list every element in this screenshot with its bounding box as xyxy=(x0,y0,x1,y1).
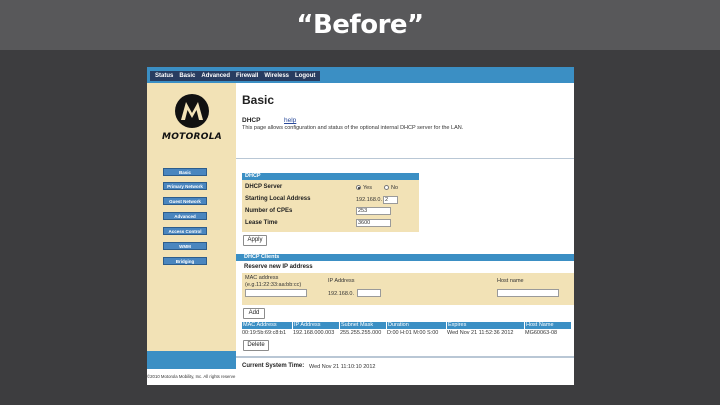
sidebar-item-access-control[interactable]: Access Control xyxy=(163,227,207,235)
sidebar-item-advanced[interactable]: Advanced xyxy=(163,212,207,220)
motorola-batwing-icon xyxy=(175,94,209,128)
sidebar-footer-strip xyxy=(147,351,236,369)
divider xyxy=(236,158,574,159)
dhcp-panel-title: DHCP xyxy=(242,173,419,180)
sidebar: MOTOROLA Basic Primary Network Guest Net… xyxy=(147,83,236,369)
mac-address-hint: (e.g.11:22:33:aa:bb:cc) xyxy=(245,282,302,288)
ip-address-input[interactable] xyxy=(357,289,381,297)
delete-button[interactable]: Delete xyxy=(243,340,269,351)
nav-firewall[interactable]: Firewall xyxy=(233,71,261,81)
dhcp-clients-title: DHCP Clients xyxy=(244,254,280,260)
nav-logout[interactable]: Logout xyxy=(292,71,318,81)
dhcp-server-no-label: No xyxy=(391,185,399,191)
ip-address-prefix: 192.168.0. xyxy=(328,291,354,297)
host-name-input[interactable] xyxy=(497,289,559,297)
column-ip-address: IP Address xyxy=(293,322,339,329)
client-ip: 192.168.000.003 xyxy=(293,330,335,336)
help-link[interactable]: help xyxy=(284,117,296,124)
dhcp-server-label: DHCP Server xyxy=(245,184,283,190)
top-nav: Status Basic Advanced Firewall Wireless … xyxy=(147,67,574,83)
slide-title: “Before” xyxy=(296,10,424,40)
client-mac: 00:19:5b:69:c8:b1 xyxy=(242,330,287,336)
client-expires: Wed Nov 21 11:52:36 2012 xyxy=(447,330,514,336)
starting-address-input[interactable]: 2 xyxy=(383,196,398,204)
nav-advanced[interactable]: Advanced xyxy=(198,71,233,81)
dhcp-server-yes-radio[interactable] xyxy=(356,185,361,190)
client-mask: 255.255.255.000 xyxy=(340,330,382,336)
page-title: Basic xyxy=(242,93,275,107)
dhcp-server-yes-label: Yes xyxy=(363,185,372,191)
column-mac-address: MAC Address xyxy=(242,322,292,329)
top-nav-bar: Status Basic Advanced Firewall Wireless … xyxy=(150,71,321,81)
sidebar-item-guest-network[interactable]: Guest Network xyxy=(163,197,207,205)
time-divider xyxy=(236,356,574,358)
copyright: ©2010 Motorola Mobility, Inc. All rights… xyxy=(147,374,236,379)
nav-wireless[interactable]: Wireless xyxy=(261,71,292,81)
number-cpes-input[interactable]: 253 xyxy=(356,207,391,215)
dhcp-server-no-radio[interactable] xyxy=(384,185,389,190)
client-host: MG60063-08 xyxy=(525,330,558,336)
slide-header: “Before” xyxy=(0,0,720,50)
router-screenshot: Status Basic Advanced Firewall Wireless … xyxy=(147,67,574,385)
system-time-value: Wed Nov 21 11:10:10 2012 xyxy=(309,364,376,370)
add-button[interactable]: Add xyxy=(243,308,265,319)
column-subnet-mask: Subnet Mask xyxy=(340,322,386,329)
sidebar-item-basic[interactable]: Basic xyxy=(163,168,207,176)
mac-address-input[interactable] xyxy=(245,289,307,297)
nav-status[interactable]: Status xyxy=(152,71,176,81)
apply-button[interactable]: Apply xyxy=(243,235,267,246)
motorola-logo: MOTOROLA xyxy=(153,93,231,155)
mac-address-label: MAC address xyxy=(245,275,279,281)
sidebar-item-primary-network[interactable]: Primary Network xyxy=(163,182,207,190)
nav-basic[interactable]: Basic xyxy=(176,71,198,81)
logo-wordmark: MOTOROLA xyxy=(161,132,223,142)
column-duration: Duration xyxy=(387,322,446,329)
dhcp-clients-bar xyxy=(236,254,574,261)
starting-address-label: Starting Local Address xyxy=(245,196,311,202)
column-host-name: Host Name xyxy=(525,322,571,329)
host-name-label: Host name xyxy=(497,278,524,284)
intro-text: This page allows configuration and statu… xyxy=(242,125,464,131)
section-heading: DHCP xyxy=(242,117,261,124)
system-time-label: Current System Time: xyxy=(242,363,305,369)
sidebar-item-wmm[interactable]: WMM xyxy=(163,242,207,250)
main-content: Basic DHCP help This page allows configu… xyxy=(236,83,574,385)
column-expires: Expires xyxy=(447,322,524,329)
lease-time-input[interactable]: 3600 xyxy=(356,219,391,227)
number-cpes-label: Number of CPEs xyxy=(245,208,293,214)
reserve-title: Reserve new IP address xyxy=(244,264,313,270)
starting-address-prefix: 192.168.0. xyxy=(356,197,382,203)
ip-address-label: IP Address xyxy=(328,278,355,284)
lease-time-label: Lease Time xyxy=(245,220,278,226)
sidebar-item-bridging[interactable]: Bridging xyxy=(163,257,207,265)
client-duration: D:00 H:01 M:00 S:00 xyxy=(387,330,439,336)
